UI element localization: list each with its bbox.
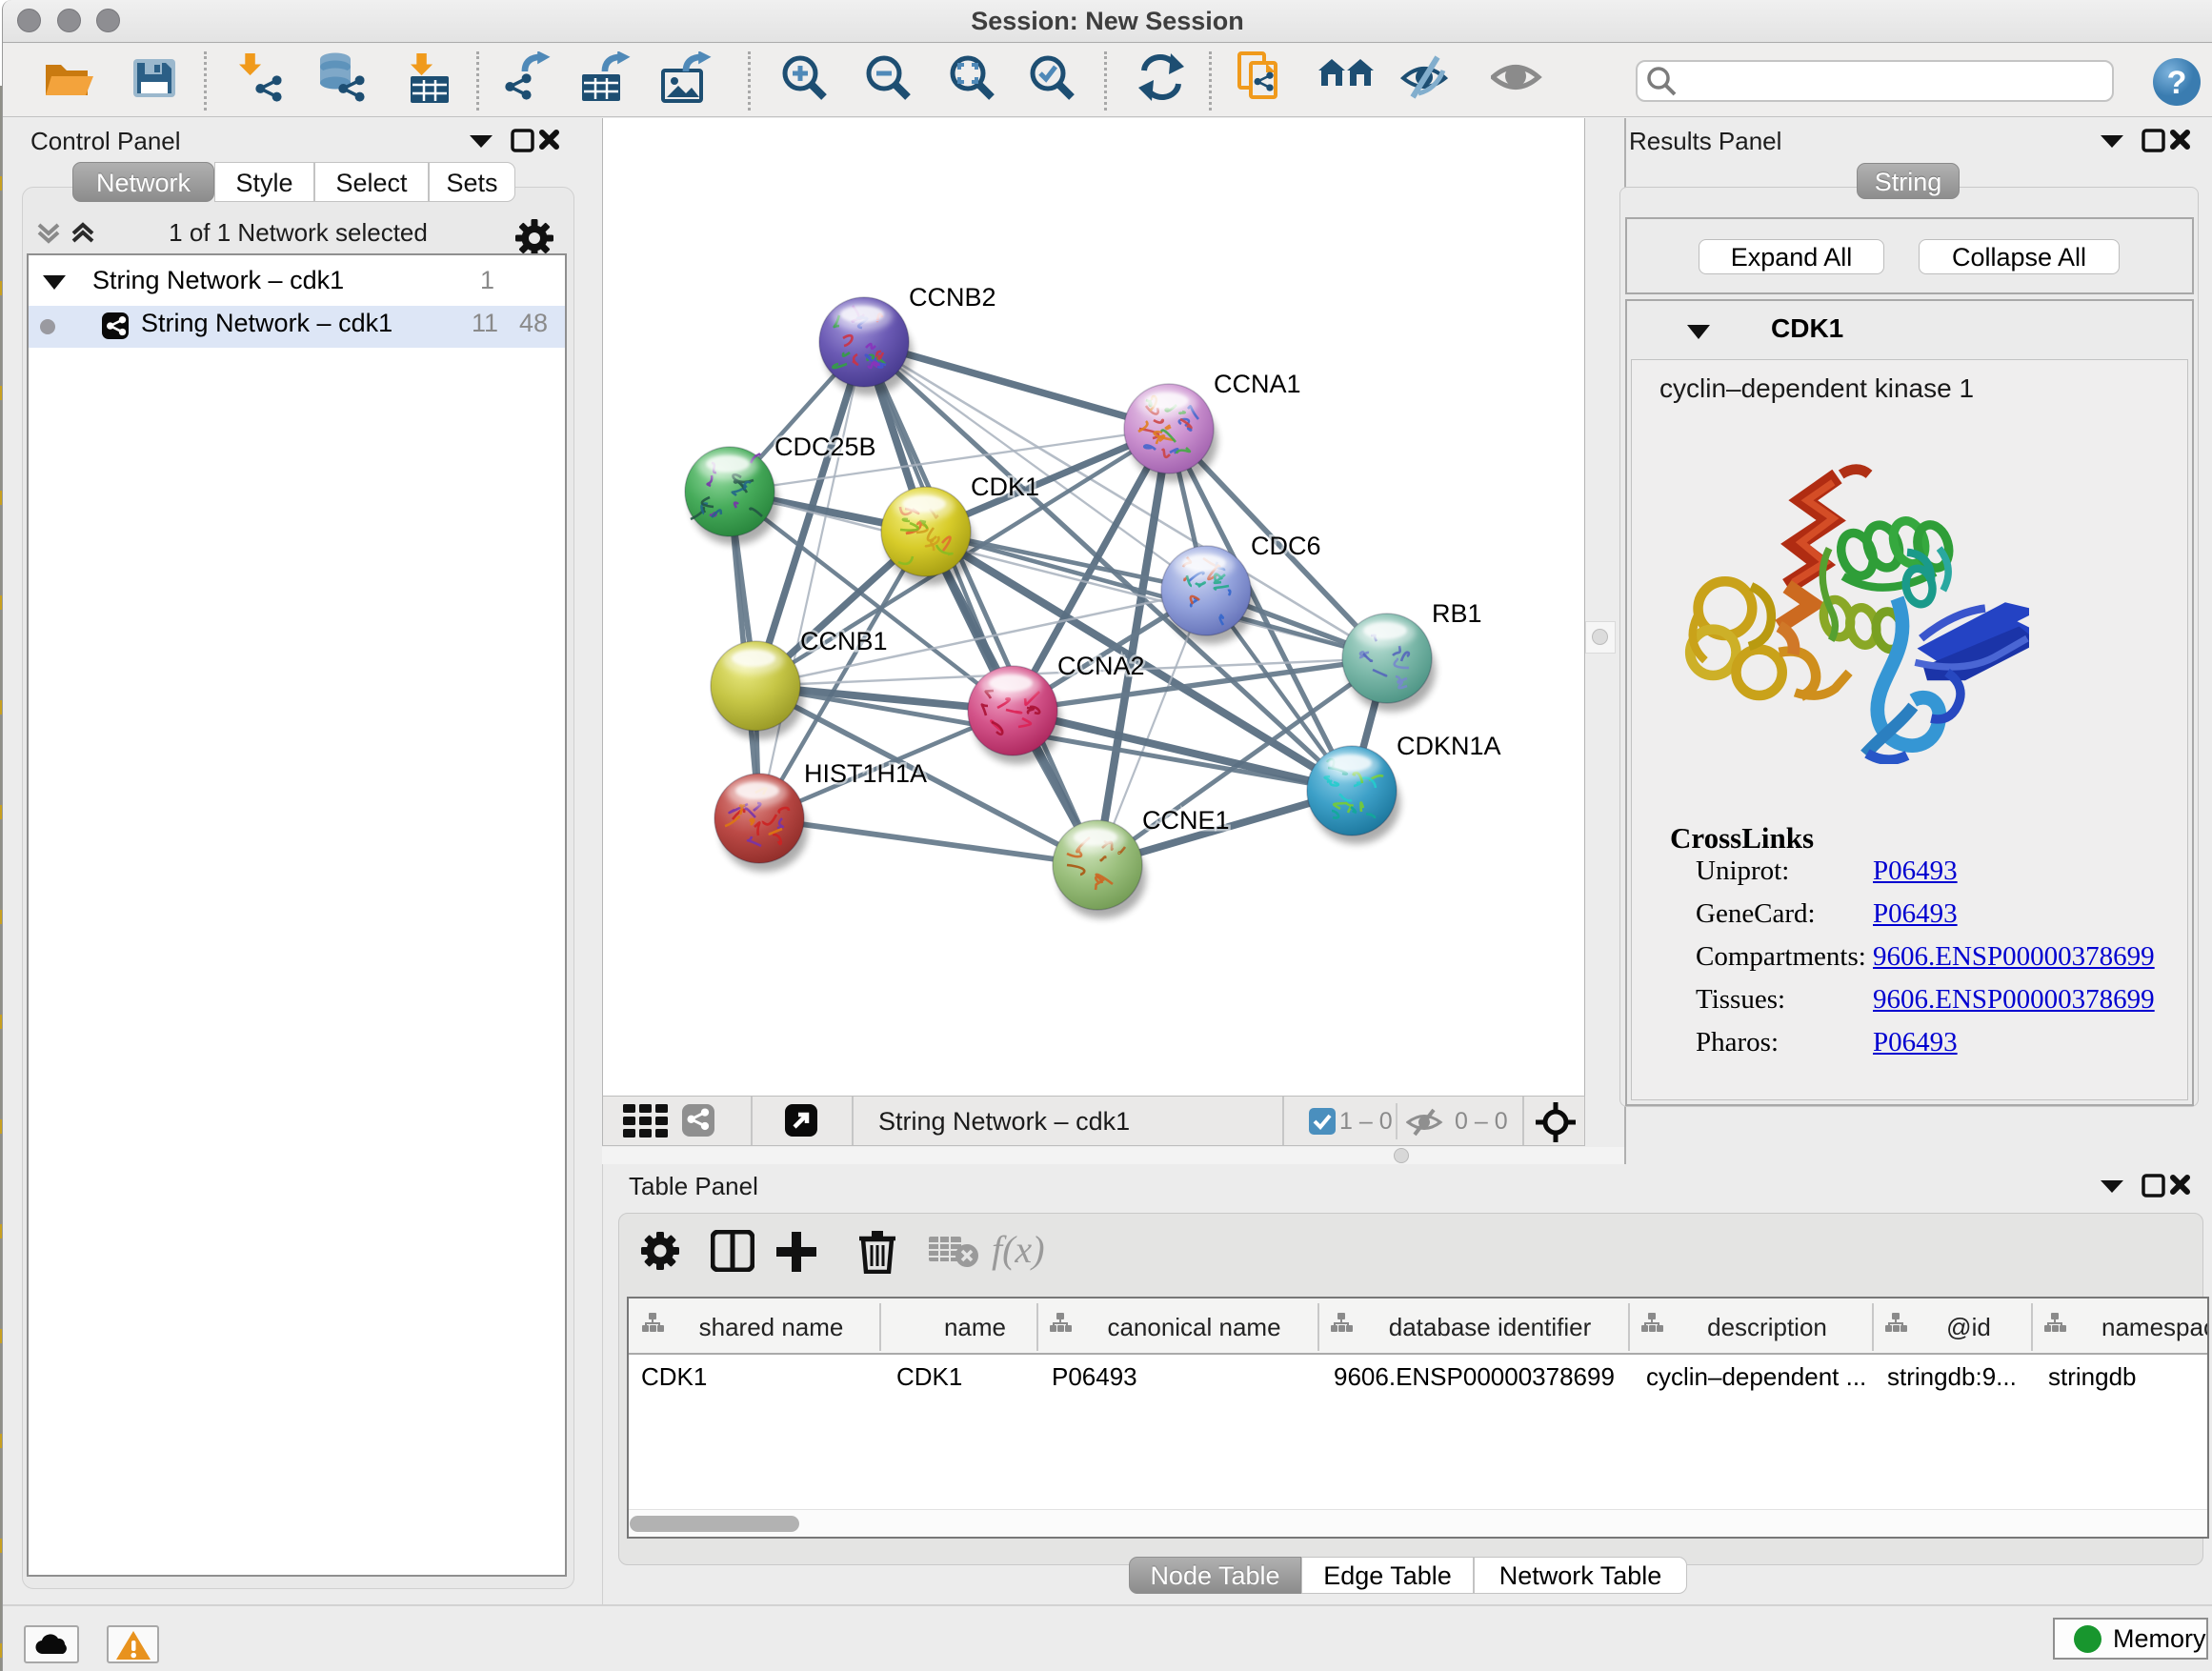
svg-text:CCNB1: CCNB1 [800,627,888,655]
svg-text:CCNE1: CCNE1 [1142,806,1230,835]
svg-text:CDC25B: CDC25B [774,433,876,461]
svg-text:CCNA1: CCNA1 [1214,370,1301,398]
svg-text:HIST1H1A: HIST1H1A [804,759,927,788]
svg-text:CCNA2: CCNA2 [1057,652,1145,680]
svg-text:CDK1: CDK1 [971,473,1039,501]
svg-text:?: ? [2167,65,2187,101]
svg-text:RB1: RB1 [1432,599,1482,628]
svg-text:CDKN1A: CDKN1A [1397,732,1501,760]
svg-text:CDC6: CDC6 [1251,532,1321,560]
svg-text:CCNB2: CCNB2 [909,283,996,312]
